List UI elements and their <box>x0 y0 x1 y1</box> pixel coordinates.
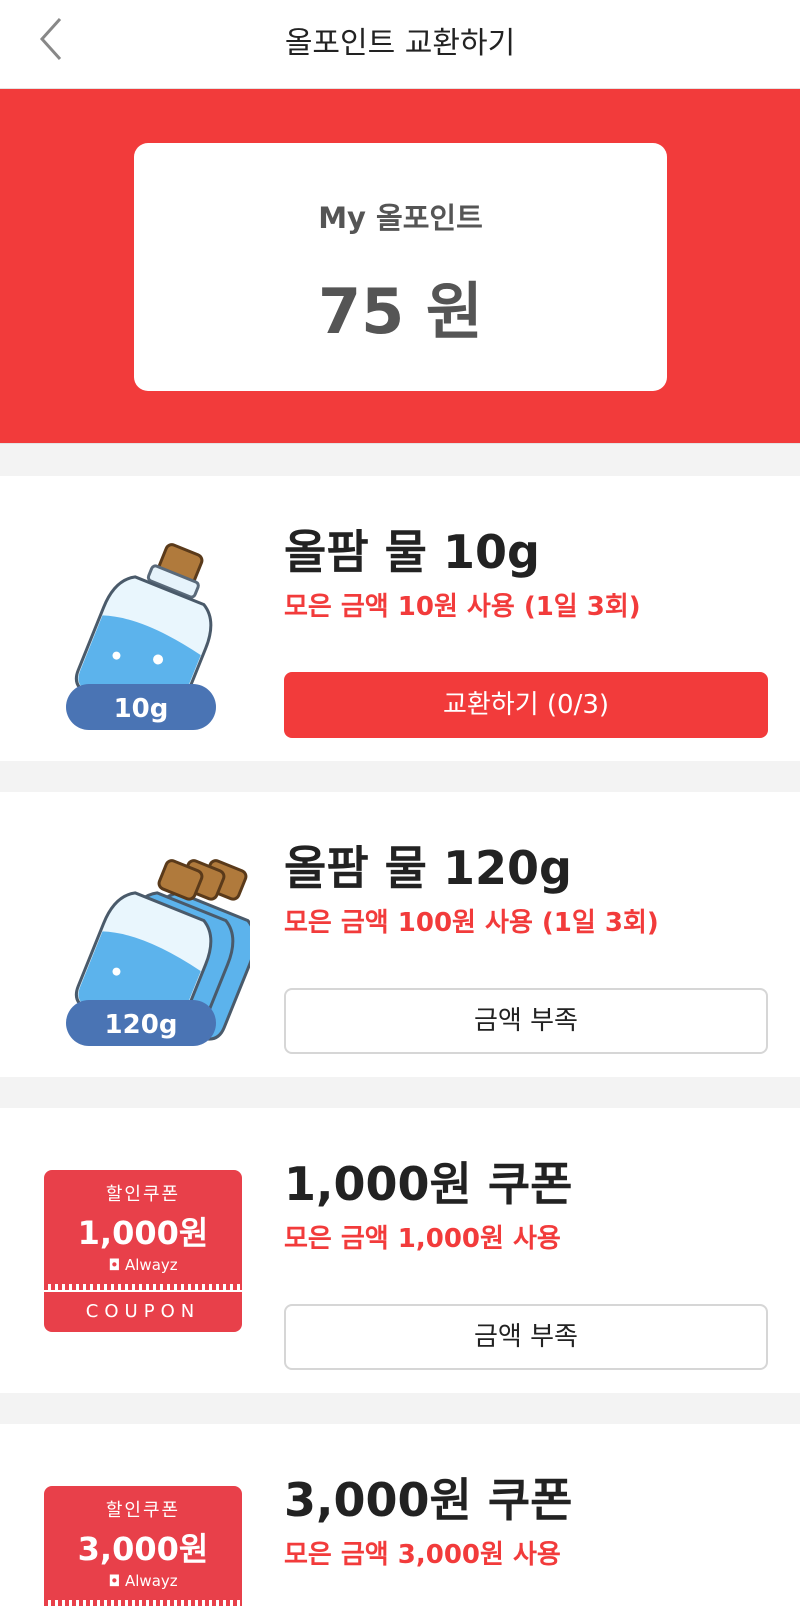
coupon-amount: 3,000원 <box>77 1530 209 1568</box>
coupon-perforation <box>44 1284 242 1290</box>
coupon-kind: 할인쿠폰 <box>105 1184 181 1205</box>
coupon-brand-name: Alwayz <box>125 1572 178 1590</box>
coupon-amount: 1,000원 <box>77 1214 209 1252</box>
coupon-footer: COUPON <box>44 1292 242 1332</box>
my-points-value: 75 원 <box>318 275 483 348</box>
insufficient-funds-button[interactable]: 금액 부족 <box>284 1304 768 1370</box>
water-amount-badge: 10g <box>113 694 169 724</box>
coupon-brand: ◘ Alwayz <box>44 1256 242 1274</box>
item-description: 모은 금액 3,000원 사용 <box>284 1540 561 1570</box>
page-title: 올포인트 교환하기 <box>284 26 516 61</box>
item-description: 모은 금액 10원 사용 (1일 3회) <box>284 592 641 622</box>
coupon-face: 할인쿠폰 3,000원 ◘ Alwayz <box>44 1486 242 1600</box>
insufficient-funds-button[interactable]: 금액 부족 <box>284 988 768 1054</box>
coupon-face: 할인쿠폰 1,000원 ◘ Alwayz <box>44 1170 242 1284</box>
coupon-brand-name: Alwayz <box>125 1256 178 1274</box>
points-banner: My 올포인트 75 원 <box>0 88 800 444</box>
item-description: 모은 금액 1,000원 사용 <box>284 1224 561 1254</box>
water-amount-badge: 120g <box>104 1010 178 1040</box>
top-bar: 올포인트 교환하기 <box>0 0 800 88</box>
coupon-perforation <box>44 1600 242 1606</box>
exchange-button[interactable]: 교환하기 (0/3) <box>284 672 768 738</box>
my-points-card: My 올포인트 75 원 <box>134 143 667 391</box>
coupon-brand: ◘ Alwayz <box>44 1572 242 1590</box>
alwayz-logo-icon: ◘ <box>108 1572 125 1590</box>
exchange-item-coupon-3000: 할인쿠폰 3,000원 ◘ Alwayz 3,000원 쿠폰 모은 금액 3,0… <box>0 1424 800 1614</box>
exchange-item-water-120g: 120g 올팜 물 120g 모은 금액 100원 사용 (1일 3회) 금액 … <box>0 792 800 1077</box>
exchange-item-coupon-1000: 할인쿠폰 1,000원 ◘ Alwayz COUPON 1,000원 쿠폰 모은… <box>0 1108 800 1393</box>
item-title: 3,000원 쿠폰 <box>284 1473 573 1527</box>
exchange-item-water-10g: 10g 올팜 물 10g 모은 금액 10원 사용 (1일 3회) 교환하기 (… <box>0 476 800 761</box>
alwayz-logo-icon: ◘ <box>108 1256 125 1274</box>
item-title: 올팜 물 10g <box>284 525 540 579</box>
coupon-kind: 할인쿠폰 <box>105 1500 181 1521</box>
item-title: 1,000원 쿠폰 <box>284 1157 573 1211</box>
my-points-label: My 올포인트 <box>318 201 483 235</box>
coupon-image: 할인쿠폰 3,000원 ◘ Alwayz <box>44 1486 242 1606</box>
item-title: 올팜 물 120g <box>284 841 572 895</box>
coupon-image: 할인쿠폰 1,000원 ◘ Alwayz COUPON <box>44 1170 242 1332</box>
item-description: 모은 금액 100원 사용 (1일 3회) <box>284 908 659 938</box>
